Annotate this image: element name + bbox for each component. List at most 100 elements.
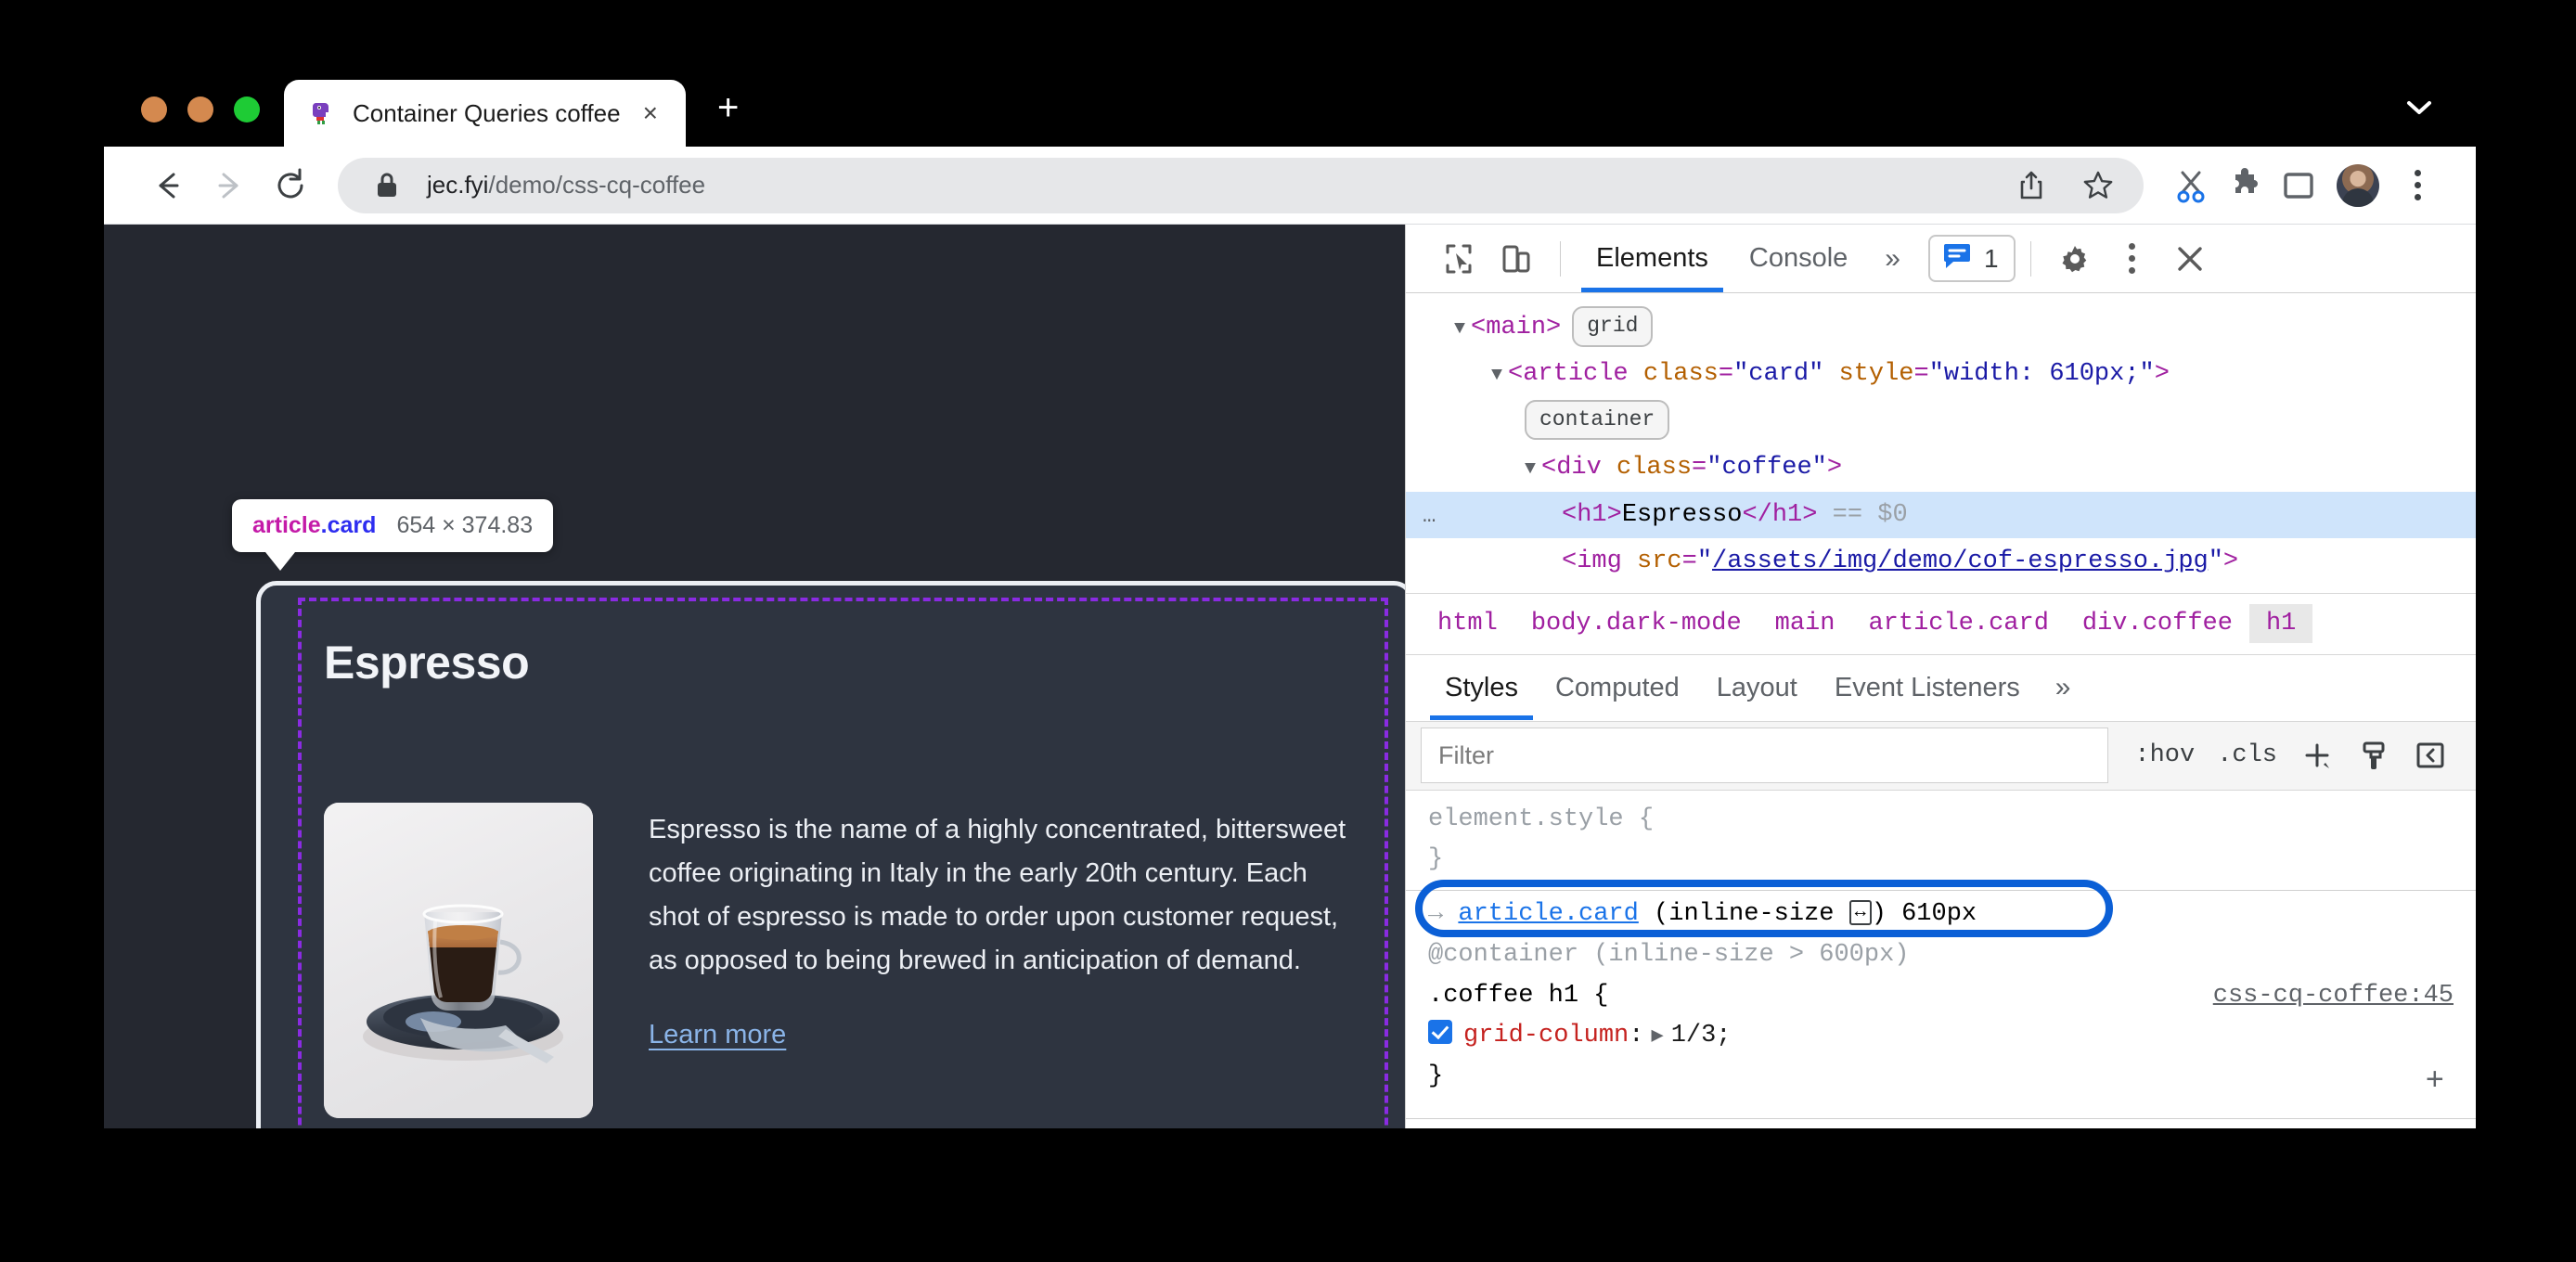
css-property-name[interactable]: grid-column [1463,1022,1629,1050]
cls-button[interactable]: .cls [2206,741,2288,769]
breadcrumb-item-div[interactable]: div.coffee [2066,604,2249,643]
tab-layout[interactable]: Layout [1698,655,1816,720]
twisty-icon[interactable]: ▼ [1525,458,1536,480]
css-rule-close: } + [1406,1057,2476,1100]
twisty-icon[interactable]: ▼ [1454,318,1465,340]
share-icon[interactable] [2008,170,2054,201]
puzzle-icon[interactable] [2218,159,2272,212]
address-bar[interactable]: jec.fyi/demo/css-cq-coffee [338,157,2144,213]
tab-strip: Container Queries coffee × + [104,67,2476,147]
minimize-window-button[interactable] [187,97,213,122]
avatar[interactable] [2337,163,2379,207]
tab-computed[interactable]: Computed [1537,655,1698,720]
dom-punct: = [1718,360,1734,389]
gear-icon[interactable] [2046,233,2104,285]
container-query-row[interactable]: → article.card (inline-size ↔) 610px [1406,895,2476,935]
lock-icon [366,172,408,200]
chevron-down-icon[interactable] [2403,97,2435,122]
message-count: 1 [1983,243,1999,273]
sidebar-toggle-icon[interactable] [2402,740,2459,771]
forward-arrow-icon[interactable] [199,155,260,216]
url-path: /demo/css-cq-coffee [488,171,706,199]
devtools-panel: Elements Console » 1 ▼ <main> grid ▼ <ar… [1405,225,2476,1128]
message-count-badge[interactable]: 1 [1927,235,2016,282]
tab-console[interactable]: Console [1729,225,1868,292]
filter-input[interactable]: Filter [1421,728,2109,784]
tab-event-listeners[interactable]: Event Listeners [1816,655,2039,720]
card-content: Espresso Espresso is the name of a highl… [303,606,1382,1128]
dom-src-link[interactable]: /assets/img/demo/cof-espresso.jpg [1712,547,2209,575]
browser-tab[interactable]: Container Queries coffee × [284,80,686,147]
dom-tag: <main> [1471,314,1562,341]
dom-selected-marker: == $0 [1817,500,1908,529]
dom-tag: <div [1541,454,1617,483]
card-text-column: Espresso is the name of a highly concent… [649,803,1356,1128]
tooltip-dimensions: 654 × 374.83 [396,512,534,538]
back-arrow-icon[interactable] [137,155,199,216]
star-icon[interactable] [2073,170,2123,201]
dom-row[interactable]: ▼ <main> grid [1406,304,2476,351]
dom-row[interactable]: <img src="/assets/img/demo/cof-espresso.… [1406,538,2476,585]
stylesheet-source-link[interactable]: css-cq-coffee:45 [2213,976,2454,1017]
paintbrush-icon[interactable] [2346,740,2402,771]
breadcrumb-item-html[interactable]: html [1421,604,1514,643]
tab-elements[interactable]: Elements [1576,225,1729,292]
dom-row[interactable]: ▼ <article class="card" style="width: 610… [1406,351,2476,397]
container-selector-link[interactable]: article.card [1458,900,1638,928]
browser-window: Container Queries coffee × + jec.fyi/dem… [104,67,2476,1128]
message-icon [1941,242,1973,275]
dom-row-selected[interactable]: … <h1>Espresso</h1> == $0 [1406,491,2476,539]
css-selector-row[interactable]: .coffee h1 { css-cq-coffee:45 [1406,976,2476,1017]
close-tab-button[interactable]: × [638,97,663,130]
dom-attr-value: " [2208,547,2223,576]
new-style-rule-button[interactable] [2288,740,2346,771]
article-card[interactable]: Espresso Espresso is the name of a highl… [256,581,1405,1128]
hov-button[interactable]: :hov [2123,741,2206,769]
reload-icon[interactable] [260,155,321,216]
twisty-icon[interactable]: ▼ [1491,365,1502,386]
css-declaration-row[interactable]: grid-column: ▶ 1/3; [1406,1016,2476,1057]
dom-punct: = [1913,360,1929,389]
overflow-ellipsis-icon[interactable]: … [1423,497,1437,535]
close-icon[interactable] [2161,233,2219,285]
three-dot-menu-icon[interactable] [2390,159,2444,212]
css-selector[interactable]: .coffee h1 { [1428,982,1608,1010]
breadcrumb-item-h1[interactable]: h1 [2248,604,2313,644]
more-styles-tabs-button[interactable]: » [2039,672,2088,703]
page-viewport: Espresso Espresso is the name of a highl… [104,225,1405,1128]
dom-tag: <article [1508,360,1643,389]
css-property-value[interactable]: 1/3; [1671,1022,1732,1050]
dom-attr-name: class [1642,360,1719,389]
grid-badge[interactable]: grid [1572,306,1654,347]
dom-tree: ▼ <main> grid ▼ <article class="card" style… [1406,293,2476,594]
element-style-open[interactable]: element.style { [1406,800,2476,841]
maximize-window-button[interactable] [234,97,260,122]
dom-attr-value: "coffee" [1707,454,1827,483]
expand-shorthand-icon[interactable]: ▶ [1651,1024,1663,1048]
url-host: jec.fyi [427,171,489,199]
dom-text: Espresso [1621,500,1743,529]
dom-tag: > [2222,547,2239,576]
device-toolbar-icon[interactable] [1488,233,1545,285]
styles-tabs: Styles Computed Layout Event Listeners » [1406,655,2476,722]
learn-more-link[interactable]: Learn more [649,1020,786,1050]
new-tab-button[interactable]: + [717,89,739,126]
inspect-icon[interactable] [1430,233,1488,285]
dom-row[interactable]: ▼ <div class="coffee"> [1406,444,2476,491]
dom-attr-value: "width: 610px;" [1928,360,2155,389]
more-tabs-button[interactable]: » [1868,243,1917,275]
breadcrumb-item-body[interactable]: body.dark-mode [1514,604,1758,643]
declaration-checkbox[interactable] [1428,1020,1452,1045]
tooltip-class: .card [320,512,377,538]
add-declaration-button[interactable]: + [2426,1057,2444,1108]
breadcrumb-item-article[interactable]: article.card [1851,604,2065,643]
close-window-button[interactable] [141,97,167,122]
three-dot-menu-icon[interactable] [2104,233,2161,285]
scissors-icon[interactable] [2164,159,2218,212]
dom-row[interactable]: container [1406,398,2476,444]
dom-tag: > [1826,454,1843,483]
tab-styles[interactable]: Styles [1426,655,1537,721]
container-badge[interactable]: container [1525,399,1670,441]
side-panel-icon[interactable] [2272,159,2325,212]
breadcrumb-item-main[interactable]: main [1758,604,1852,643]
